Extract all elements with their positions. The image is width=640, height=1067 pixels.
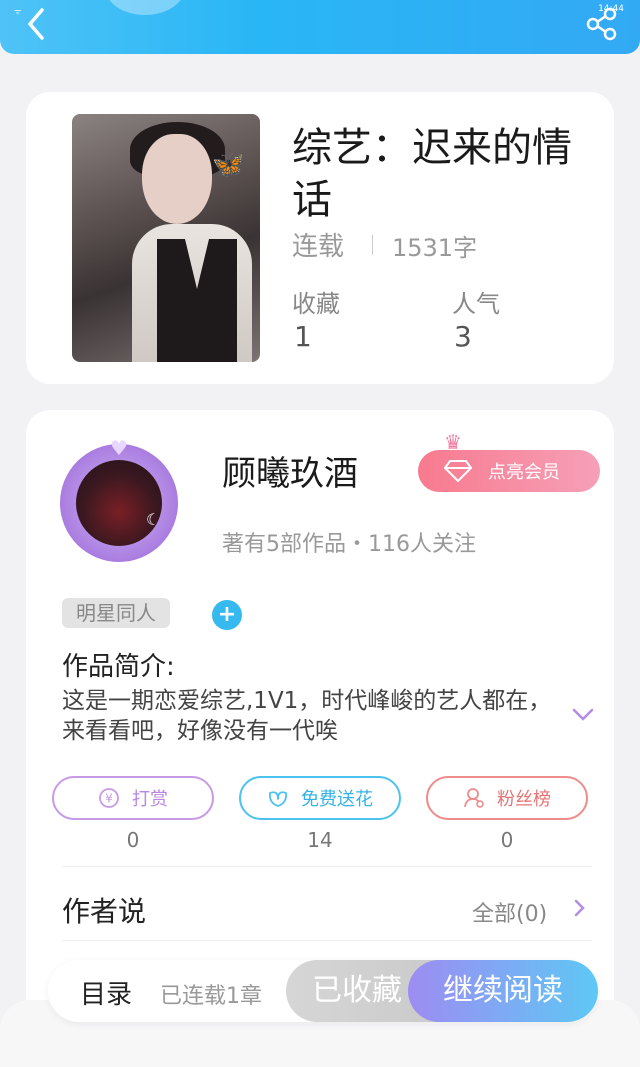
- fan-ranking-button[interactable]: 粉丝榜: [426, 776, 588, 820]
- book-title: 综艺：迟来的情话: [292, 125, 572, 223]
- star-icon: ★: [70, 544, 81, 558]
- section-divider: [62, 940, 592, 941]
- author-name[interactable]: 顾曦玖酒: [222, 446, 358, 495]
- back-icon[interactable]: [18, 4, 58, 44]
- section-divider: [62, 866, 592, 867]
- header-bar: ᯤ 14:44: [0, 0, 640, 54]
- heart-icon: ♥: [110, 436, 128, 460]
- book-status: 连载: [292, 232, 345, 262]
- share-icon[interactable]: [584, 6, 620, 42]
- chevron-right-icon[interactable]: [572, 898, 586, 918]
- book-info-card: 🦋 综艺：迟来的情话 连载 1531字 收藏 1 人气 3: [26, 92, 614, 384]
- genre-tag[interactable]: 明星同人: [62, 598, 170, 628]
- chapter-count: 已连载1章: [160, 984, 262, 1009]
- header-decoration: [105, 0, 185, 15]
- tip-button[interactable]: ¥ 打赏: [52, 776, 214, 820]
- author-avatar[interactable]: ♥ ☾ ★: [54, 434, 194, 574]
- book-cover-image[interactable]: 🦋: [72, 114, 260, 362]
- author-card: ♥ ☾ ★ 顾曦玖酒 ♛ 点亮会员 著有5部作品・116人关注 明星同人 + 作…: [26, 410, 614, 1050]
- fans-icon: [464, 788, 484, 808]
- popularity-value: 3: [454, 320, 472, 353]
- intro-label: 作品简介:: [62, 652, 175, 682]
- send-flower-button[interactable]: 免费送花: [239, 776, 401, 820]
- flower-icon: [269, 791, 287, 807]
- add-tag-button[interactable]: +: [212, 600, 242, 630]
- vip-button[interactable]: 点亮会员: [418, 450, 600, 492]
- tip-label: 打赏: [132, 789, 168, 810]
- intro-text: 这是一期恋爱综艺,1V1，时代峰峻的艺人都在，来看看吧，好像没有一代唉: [62, 688, 552, 744]
- tip-count: 0: [126, 828, 140, 852]
- send-flower-label: 免费送花: [301, 789, 373, 810]
- butterfly-icon: 🦋: [212, 150, 245, 180]
- author-says-all-link[interactable]: 全部(0): [472, 896, 547, 928]
- bottom-action-bar: 目录 已连载1章 已收藏 继续阅读: [48, 960, 598, 1022]
- diamond-icon: [444, 460, 472, 482]
- vip-button-label: 点亮会员: [488, 462, 560, 483]
- fan-ranking-label: 粉丝榜: [497, 789, 551, 810]
- popularity-label: 人气: [452, 290, 500, 318]
- continue-reading-button[interactable]: 继续阅读: [408, 960, 598, 1022]
- svg-text:¥: ¥: [105, 792, 113, 806]
- flower-count: 14: [307, 828, 333, 852]
- fan-ranking-count: 0: [500, 828, 514, 852]
- favorites-label: 收藏: [292, 290, 340, 318]
- yen-icon: ¥: [99, 788, 119, 808]
- author-says-label: 作者说: [62, 895, 147, 928]
- status-divider: [372, 235, 373, 255]
- catalog-button[interactable]: 目录: [80, 974, 132, 1011]
- author-meta: 著有5部作品・116人关注: [222, 532, 476, 557]
- favorites-value: 1: [294, 320, 312, 353]
- chevron-down-icon[interactable]: [570, 704, 596, 724]
- word-count: 1531字: [392, 234, 478, 262]
- moon-icon: ☾: [146, 510, 161, 529]
